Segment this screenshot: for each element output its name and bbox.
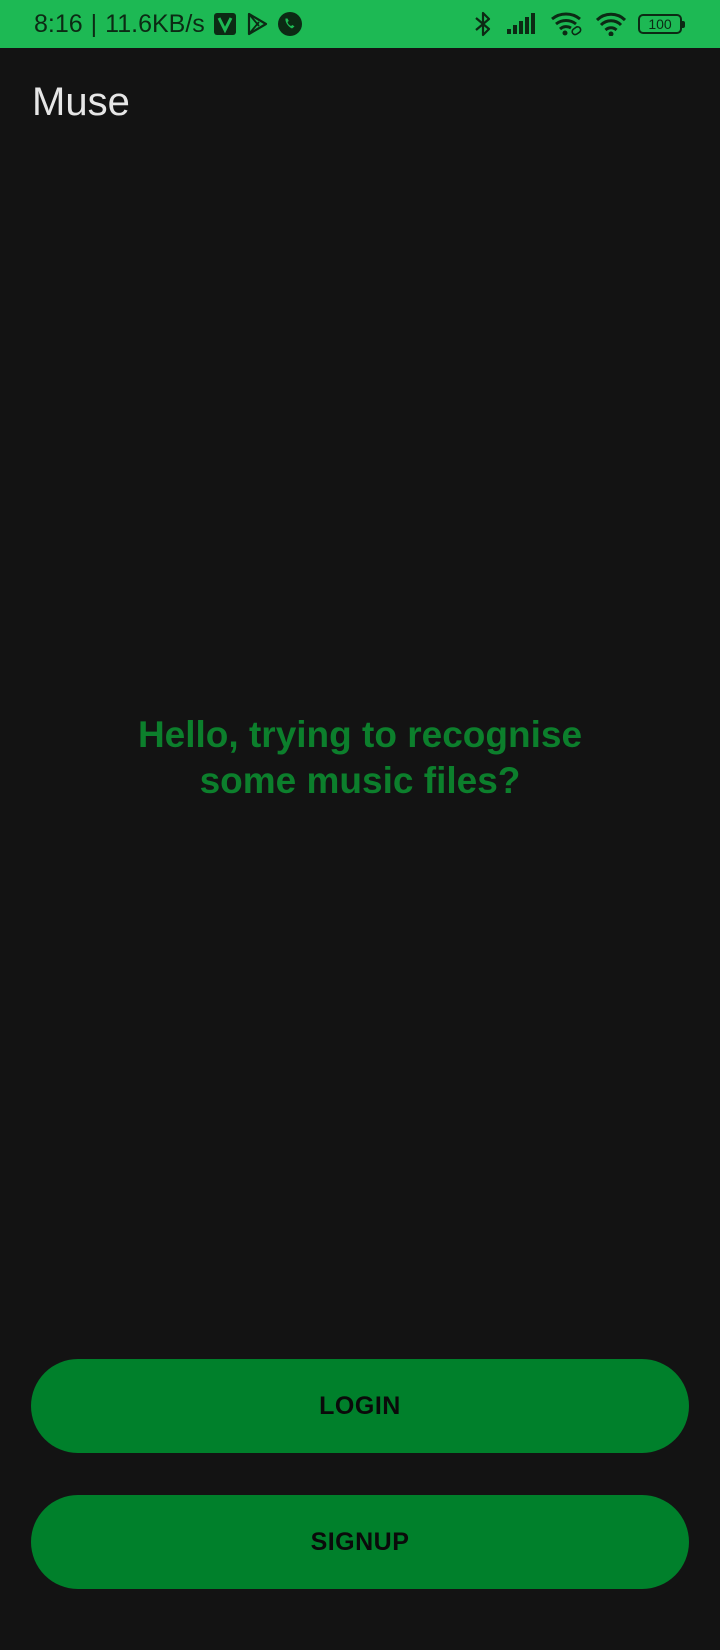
signup-button[interactable]: SIGNUP — [31, 1495, 689, 1589]
welcome-message-line-2: some music files? — [199, 760, 521, 801]
app-title: Muse — [32, 80, 130, 124]
welcome-message-line-1: Hello, trying to recognise — [137, 714, 583, 755]
login-button[interactable]: LOGIN — [31, 1359, 689, 1453]
signal-icon — [506, 13, 538, 35]
vpn-v-icon — [213, 12, 237, 36]
battery-level: 100 — [648, 16, 672, 32]
network-speed: 11.6KB/s — [105, 9, 205, 38]
status-bar-right: 100 — [472, 0, 685, 48]
battery-icon: 100 — [638, 14, 685, 34]
wifi-link-icon — [550, 11, 584, 37]
bluetooth-icon — [472, 11, 494, 37]
status-time: 8:16 — [34, 9, 83, 38]
status-separator: | — [90, 9, 98, 38]
status-bar-left: 8:16 | 11.6KB/s — [34, 0, 303, 48]
wifi-icon — [596, 12, 626, 36]
welcome-message: Hello, trying to recognise some music fi… — [60, 712, 660, 804]
play-store-icon — [245, 12, 269, 36]
welcome-screen: 8:16 | 11.6KB/s 100 Muse Hello, trying t… — [0, 0, 720, 1650]
status-bar: 8:16 | 11.6KB/s 100 — [0, 0, 720, 48]
phone-call-icon — [277, 11, 303, 37]
